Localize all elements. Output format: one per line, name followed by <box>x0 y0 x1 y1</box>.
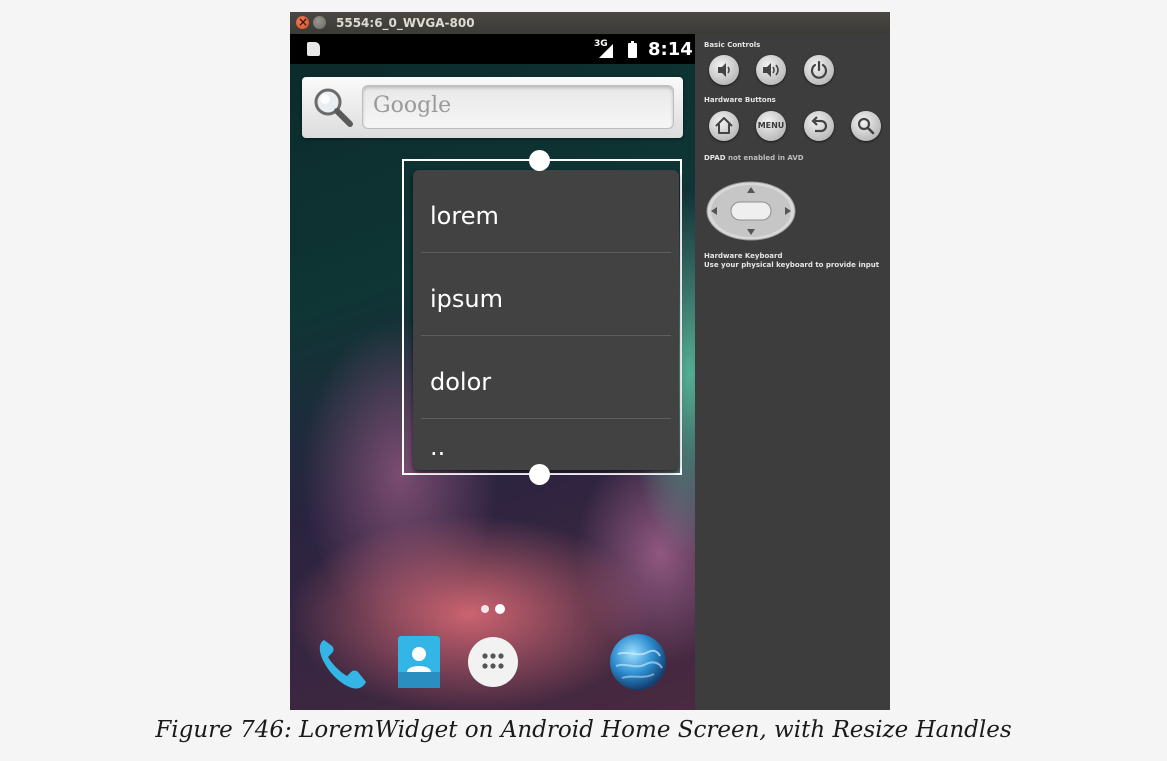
list-item[interactable]: lorem <box>421 170 671 253</box>
google-search-widget[interactable]: Google <box>302 77 683 138</box>
status-clock: 8:14 <box>648 39 693 60</box>
basic-controls-label: Basic Controls <box>704 41 761 49</box>
battery-icon <box>628 41 637 58</box>
device-screen[interactable]: 3G 8:14 Google lorem ipsum dolor .. <box>290 34 695 710</box>
list-item[interactable]: ipsum <box>421 253 671 336</box>
app-drawer-icon[interactable] <box>463 632 523 692</box>
lorem-widget[interactable]: lorem ipsum dolor .. <box>413 170 679 470</box>
phone-icon[interactable] <box>312 632 372 692</box>
emulator-window: 5554:6_0_WVGA-800 3G 8:14 Google lorem i… <box>290 11 890 710</box>
keyboard-note: Use your physical keyboard to provide in… <box>704 261 880 269</box>
keyboard-title: Hardware Keyboard <box>704 252 783 260</box>
dpad-control[interactable] <box>705 181 797 241</box>
home-button[interactable] <box>709 111 739 141</box>
dpad-label: DPAD <box>704 154 726 162</box>
back-button[interactable] <box>804 111 834 141</box>
contacts-icon[interactable] <box>390 632 450 692</box>
volume-down-button[interactable] <box>709 55 739 85</box>
power-icon <box>810 60 828 79</box>
signal-icon <box>599 44 613 58</box>
resize-handle-top[interactable] <box>529 150 550 171</box>
window-title: 5554:6_0_WVGA-800 <box>336 16 475 30</box>
search-icon <box>857 117 875 135</box>
close-window-button[interactable] <box>296 11 309 33</box>
volume-up-icon <box>763 63 779 77</box>
page-dot <box>481 605 489 613</box>
list-item[interactable]: dolor <box>421 336 671 419</box>
volume-up-button[interactable] <box>756 55 786 85</box>
status-bar: 3G 8:14 <box>290 34 695 64</box>
back-icon <box>811 116 828 133</box>
dpad-note: not enabled in AVD <box>727 154 804 162</box>
window-titlebar: 5554:6_0_WVGA-800 <box>290 11 890 34</box>
hardware-keyboard-note: Hardware Keyboard Use your physical keyb… <box>704 252 879 270</box>
page-dot-active <box>495 604 505 614</box>
hardware-buttons-label: Hardware Buttons <box>704 96 776 104</box>
dpad-status-note: DPAD not enabled in AVD <box>704 154 804 163</box>
power-button[interactable] <box>804 55 834 85</box>
sd-card-icon <box>307 42 320 56</box>
resize-handle-bottom[interactable] <box>529 464 550 485</box>
emulator-controls-panel: Basic Controls Hardware Buttons MENU DPA… <box>695 34 890 710</box>
search-input[interactable]: Google <box>362 85 674 129</box>
list-item[interactable]: .. <box>421 419 671 470</box>
menu-button[interactable]: MENU <box>756 111 786 141</box>
minimize-window-button[interactable] <box>313 16 326 29</box>
figure-caption: Figure 746: LoremWidget on Android Home … <box>155 717 1012 743</box>
search-button[interactable] <box>851 111 881 141</box>
browser-icon[interactable] <box>608 632 668 692</box>
search-icon[interactable] <box>311 85 355 129</box>
home-icon <box>715 117 733 134</box>
volume-down-icon <box>718 63 730 77</box>
